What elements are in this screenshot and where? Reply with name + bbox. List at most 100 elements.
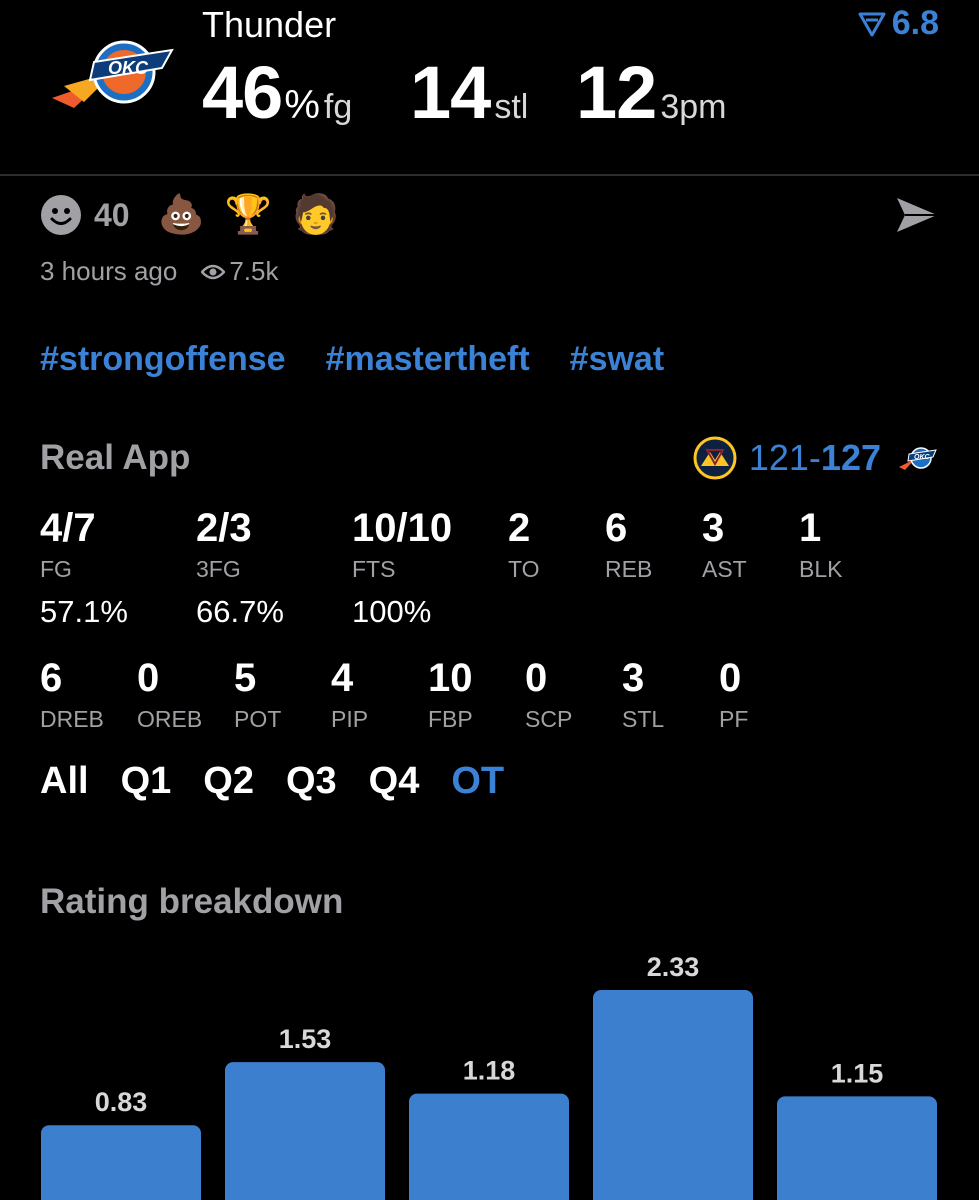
- stat-fts: 10/10 FTS: [352, 506, 452, 583]
- reaction-count: 40: [94, 196, 130, 233]
- stat-value: 5: [234, 656, 257, 700]
- stat-pot: 5 POT: [234, 656, 281, 733]
- stat-unit: fg: [323, 88, 353, 126]
- tab-all[interactable]: All: [40, 760, 89, 803]
- stat-unit: stl: [494, 88, 529, 126]
- stat-label: STL: [622, 706, 665, 732]
- stat-label: DREB: [40, 706, 104, 732]
- rating-value: 6.8: [891, 4, 939, 42]
- stat-value: 12: [576, 51, 657, 134]
- stat-label: BLK: [799, 556, 843, 582]
- stat-value: 10: [428, 656, 473, 700]
- smile-react-icon[interactable]: [40, 194, 82, 236]
- rating-badge[interactable]: 6.8: [858, 4, 939, 43]
- stat-fg-percent: 46 % fg: [202, 50, 352, 135]
- stat-label: AST: [702, 556, 747, 582]
- rating-bar[interactable]: [409, 1093, 569, 1200]
- score-separator: -: [808, 437, 821, 478]
- stat-reb: 6 REB: [605, 506, 652, 583]
- stat-fg: 4/7 FG: [40, 506, 96, 583]
- bar-value-label: 2.33: [647, 952, 700, 982]
- tab-q4[interactable]: Q4: [369, 760, 420, 803]
- stat-label: POT: [234, 706, 282, 732]
- stat-fbp: 10 FBP: [428, 656, 473, 733]
- bar-value-label: 0.83: [95, 1087, 148, 1117]
- stat-value: 0: [137, 656, 160, 700]
- rating-bar[interactable]: [593, 990, 753, 1200]
- stat-label: TO: [508, 556, 540, 582]
- stat-label: PIP: [331, 706, 369, 732]
- view-count: 7.5k: [229, 256, 279, 286]
- stat-scp: 0 SCP: [525, 656, 572, 733]
- divider: [0, 174, 979, 176]
- game-score[interactable]: 121 - 127 OKC: [693, 436, 937, 480]
- hashtag-list: #strongoffense #mastertheft #swat: [40, 340, 664, 379]
- tab-q2[interactable]: Q2: [203, 760, 254, 803]
- thunder-mini-logo-icon: OKC: [899, 447, 937, 470]
- hashtag[interactable]: #strongoffense: [40, 340, 286, 379]
- hashtag[interactable]: #swat: [570, 340, 665, 379]
- stat-label: FTS: [352, 556, 396, 582]
- stat-value: 46: [202, 51, 283, 134]
- stat-dreb: 6 DREB: [40, 656, 104, 733]
- rating-bar[interactable]: [225, 1062, 385, 1200]
- reactions-bar: 40 💩 🏆 🧑: [40, 194, 360, 236]
- stat-to: 2 TO: [508, 506, 540, 583]
- bar-value-label: 1.15: [831, 1058, 884, 1088]
- tab-q3[interactable]: Q3: [286, 760, 337, 803]
- hashtag[interactable]: #mastertheft: [326, 340, 530, 379]
- rating-bar[interactable]: [41, 1125, 201, 1200]
- face-photo-icon[interactable]: 🧑: [292, 194, 339, 236]
- stat-oreb: 0 OREB: [137, 656, 202, 733]
- stat-value: 4: [331, 656, 354, 700]
- stat-value: 3: [622, 656, 645, 700]
- rating-breakdown-chart: 0.83 1.53 1.18 2.33 1.15: [41, 952, 937, 1200]
- post-time: 3 hours ago: [40, 256, 178, 286]
- stat-blk: 1 BLK: [799, 506, 842, 583]
- thunder-logo: OKC: [52, 40, 174, 108]
- svg-text:OKC: OKC: [108, 58, 149, 78]
- trophy-icon[interactable]: 🏆: [225, 194, 272, 236]
- stat-unit: 3pm: [660, 88, 727, 126]
- stat-value: 3: [702, 506, 725, 550]
- bar-value-label: 1.18: [463, 1056, 516, 1086]
- stat-value: 2: [508, 506, 531, 550]
- stat-label: OREB: [137, 706, 203, 732]
- stat-value: 4/7: [40, 506, 96, 550]
- rating-bar[interactable]: [777, 1096, 937, 1200]
- score-right: 127: [820, 437, 881, 478]
- bar-value-label: 1.53: [279, 1024, 332, 1054]
- stat-threes: 12 3pm: [576, 50, 726, 135]
- stat-value: 1: [799, 506, 822, 550]
- stat-value: 6: [40, 656, 63, 700]
- stat-label: SCP: [525, 706, 573, 732]
- stat-label: 3FG: [196, 556, 241, 582]
- section-title-real-app: Real App: [40, 438, 191, 477]
- stat-value: 10/10: [352, 506, 453, 550]
- stat-stl: 3 STL: [622, 656, 664, 733]
- eye-icon: [201, 264, 226, 279]
- stat-percent-sign: %: [284, 83, 320, 127]
- tab-q1[interactable]: Q1: [121, 760, 172, 803]
- stat-value: 0: [525, 656, 548, 700]
- team-name: Thunder: [202, 4, 337, 45]
- stat-value: 6: [605, 506, 628, 550]
- 3fg-percentage: 66.7%: [196, 594, 284, 629]
- tab-ot[interactable]: OT: [451, 760, 504, 803]
- fg-percentage: 57.1%: [40, 594, 128, 629]
- stat-label: PF: [719, 706, 749, 732]
- poop-icon[interactable]: 💩: [158, 194, 205, 236]
- svg-text:OKC: OKC: [914, 454, 931, 461]
- quarter-tabs: All Q1 Q2 Q3 Q4 OT: [40, 760, 504, 803]
- fts-percentage: 100%: [352, 594, 432, 629]
- stat-label: FG: [40, 556, 72, 582]
- stat-value: 14: [410, 51, 491, 134]
- stat-value: 2/3: [196, 506, 252, 550]
- post-meta: 3 hours ago 7.5k: [40, 256, 278, 287]
- stat-pf: 0 PF: [719, 656, 748, 733]
- stat-value: 0: [719, 656, 742, 700]
- stat-label: FBP: [428, 706, 473, 732]
- share-send-icon[interactable]: [895, 196, 939, 234]
- score-left: 121: [748, 437, 809, 478]
- nuggets-logo-icon: [693, 436, 737, 480]
